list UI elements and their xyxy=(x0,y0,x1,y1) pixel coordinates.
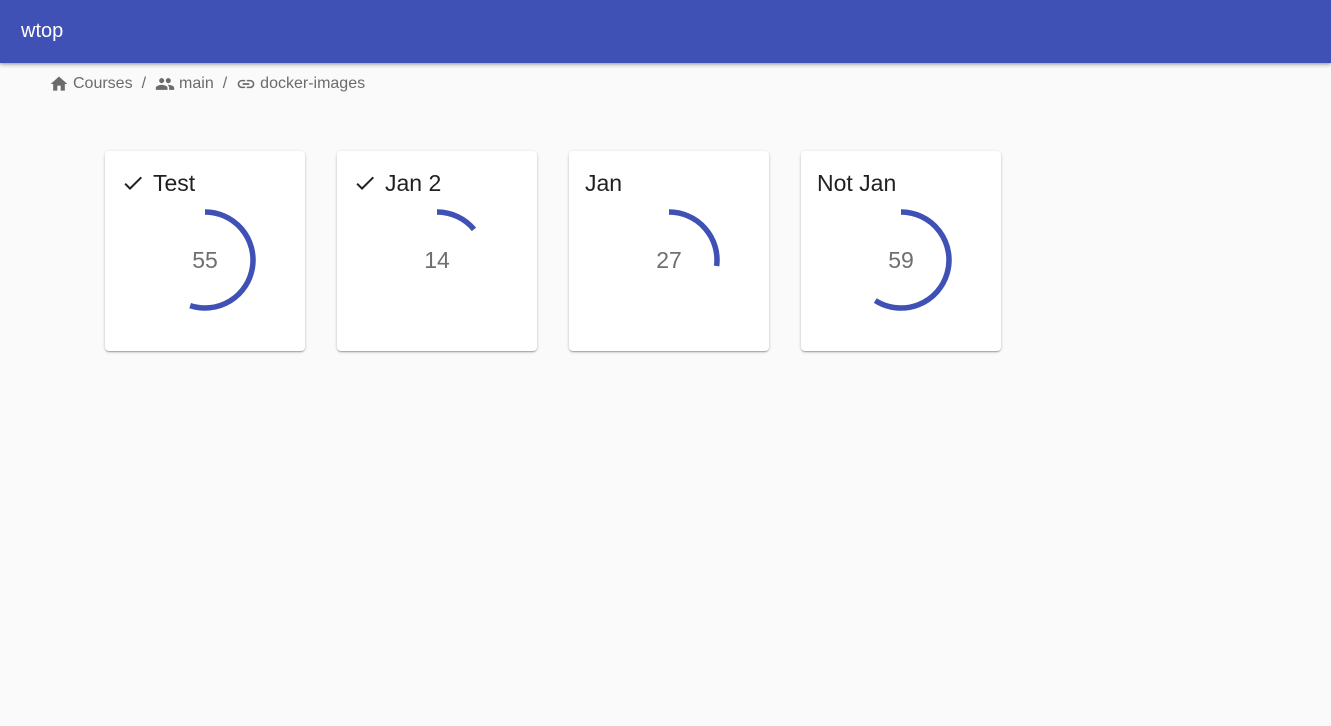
card-grid: Test 55 Jan 2 14 Jan 27 Not Jan 59 xyxy=(105,151,1033,351)
check-icon xyxy=(124,176,142,190)
breadcrumb-separator: / xyxy=(141,75,147,92)
card-header: Not Jan xyxy=(817,170,896,196)
card-test[interactable]: Test 55 xyxy=(105,151,305,351)
card-jan-2[interactable]: Jan 2 14 xyxy=(337,151,537,351)
people-icon xyxy=(155,78,175,90)
progress-gauge: 59 xyxy=(850,209,952,311)
gauge-value: 14 xyxy=(424,246,450,273)
progress-gauge: 55 xyxy=(154,209,256,311)
card-header: Jan xyxy=(585,170,622,196)
gauge-value: 55 xyxy=(192,246,218,273)
breadcrumb: Courses / main / docker-images xyxy=(49,73,365,95)
card-title: Test xyxy=(153,170,196,196)
card-title: Jan 2 xyxy=(385,170,442,196)
app-bar: wtop xyxy=(0,0,1331,63)
breadcrumb-item-courses[interactable]: Courses xyxy=(49,74,133,94)
breadcrumb-label: Courses xyxy=(73,75,133,92)
card-title: Jan xyxy=(585,170,623,196)
breadcrumb-item-main[interactable]: main xyxy=(155,74,214,94)
progress-gauge: 27 xyxy=(618,209,720,311)
home-icon xyxy=(50,76,68,91)
check-icon xyxy=(356,176,374,190)
breadcrumb-item-docker-images[interactable]: docker-images xyxy=(236,74,365,94)
card-header: Jan 2 xyxy=(353,170,441,196)
card-jan[interactable]: Jan 27 xyxy=(569,151,769,351)
app-title[interactable]: wtop xyxy=(21,19,63,43)
breadcrumb-label: main xyxy=(179,75,214,92)
gauge-value: 27 xyxy=(656,246,682,273)
link-icon xyxy=(237,79,255,89)
breadcrumb-label: docker-images xyxy=(260,75,366,92)
card-title: Not Jan xyxy=(817,170,897,196)
progress-gauge: 14 xyxy=(386,209,488,311)
breadcrumb-separator: / xyxy=(222,75,228,92)
card-not-jan[interactable]: Not Jan 59 xyxy=(801,151,1001,351)
gauge-value: 59 xyxy=(888,246,914,273)
card-header: Test xyxy=(121,170,195,196)
